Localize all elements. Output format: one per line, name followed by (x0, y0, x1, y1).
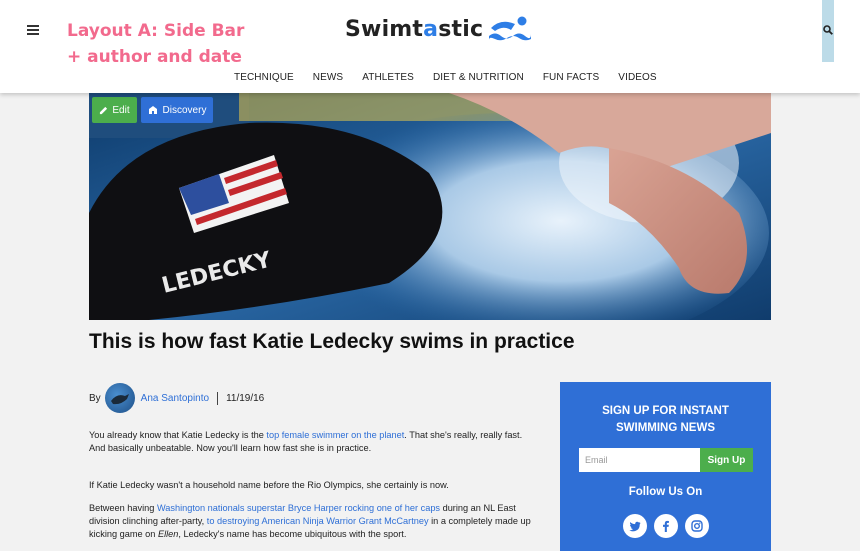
edit-label: Edit (112, 104, 130, 116)
building-icon (148, 106, 157, 114)
article-title: This is how fast Katie Ledecky swims in … (89, 330, 575, 353)
twitter-icon (629, 521, 641, 531)
byline: By Ana Santopinto 11/19/16 (89, 383, 264, 413)
search-icon (823, 25, 833, 35)
annotation-line-1: Layout A: Side Bar (67, 21, 245, 41)
search-toggle[interactable] (822, 0, 834, 62)
site-header: Layout A: Side Bar + author and date Swi… (0, 0, 860, 93)
facebook-button[interactable] (654, 514, 678, 538)
instagram-icon (691, 520, 703, 532)
author-link[interactable]: Ana Santopinto (141, 393, 209, 404)
annotation-line-2: + author and date (67, 47, 242, 67)
site-logo[interactable]: Swimtastic (345, 14, 532, 44)
facebook-icon (663, 520, 669, 532)
swimmer-photo: LEDECKY (89, 93, 771, 320)
layout-annotation: Layout A: Side Bar + author and date (67, 18, 244, 70)
paragraph-1: You already know that Katie Ledecky is t… (89, 430, 523, 453)
follow-us-label: Follow Us On (628, 486, 703, 498)
newsletter-signup: SIGN UP FOR INSTANT SWIMMING NEWS Sign U… (560, 382, 771, 551)
article-date: 11/19/16 (226, 392, 265, 404)
avatar-image (110, 394, 129, 405)
nav-diet-nutrition[interactable]: DIET & NUTRITION (433, 72, 524, 83)
nav-athletes[interactable]: ATHLETES (362, 72, 414, 83)
email-field[interactable] (579, 448, 700, 472)
paragraph-3: Between having Washington nationals supe… (89, 503, 531, 539)
edit-button[interactable]: Edit (92, 97, 137, 123)
nav-videos[interactable]: VIDEOS (618, 72, 656, 83)
swimmer-logo-icon (489, 16, 532, 41)
nav-news[interactable]: NEWS (313, 72, 343, 83)
signup-button[interactable]: Sign Up (700, 448, 753, 472)
link-ninja-warrior[interactable]: to destroying American Ninja Warrior Gra… (207, 516, 429, 526)
discovery-button[interactable]: Discovery (141, 97, 213, 123)
hero-image: LEDECKY (89, 93, 771, 320)
discovery-label: Discovery (162, 104, 207, 116)
nav-technique[interactable]: TECHNIQUE (234, 72, 294, 83)
by-label: By (89, 392, 101, 404)
nav-fun-facts[interactable]: FUN FACTS (543, 72, 599, 83)
pencil-icon (100, 106, 108, 114)
link-top-female-swimmer[interactable]: top female swimmer on the planet (266, 430, 404, 440)
link-bryce-harper[interactable]: Washington nationals superstar Bryce Har… (157, 503, 440, 513)
twitter-button[interactable] (623, 514, 647, 538)
main-nav: TECHNIQUE NEWS ATHLETES DIET & NUTRITION… (234, 72, 676, 83)
paragraph-2: If Katie Ledecky wasn't a household name… (89, 480, 449, 490)
avatar[interactable] (104, 383, 135, 413)
logo-text: Swimtastic (345, 16, 484, 42)
byline-divider (217, 391, 219, 405)
menu-icon[interactable] (27, 25, 39, 35)
signup-title: SIGN UP FOR INSTANT SWIMMING NEWS (602, 405, 729, 434)
instagram-button[interactable] (685, 514, 709, 538)
